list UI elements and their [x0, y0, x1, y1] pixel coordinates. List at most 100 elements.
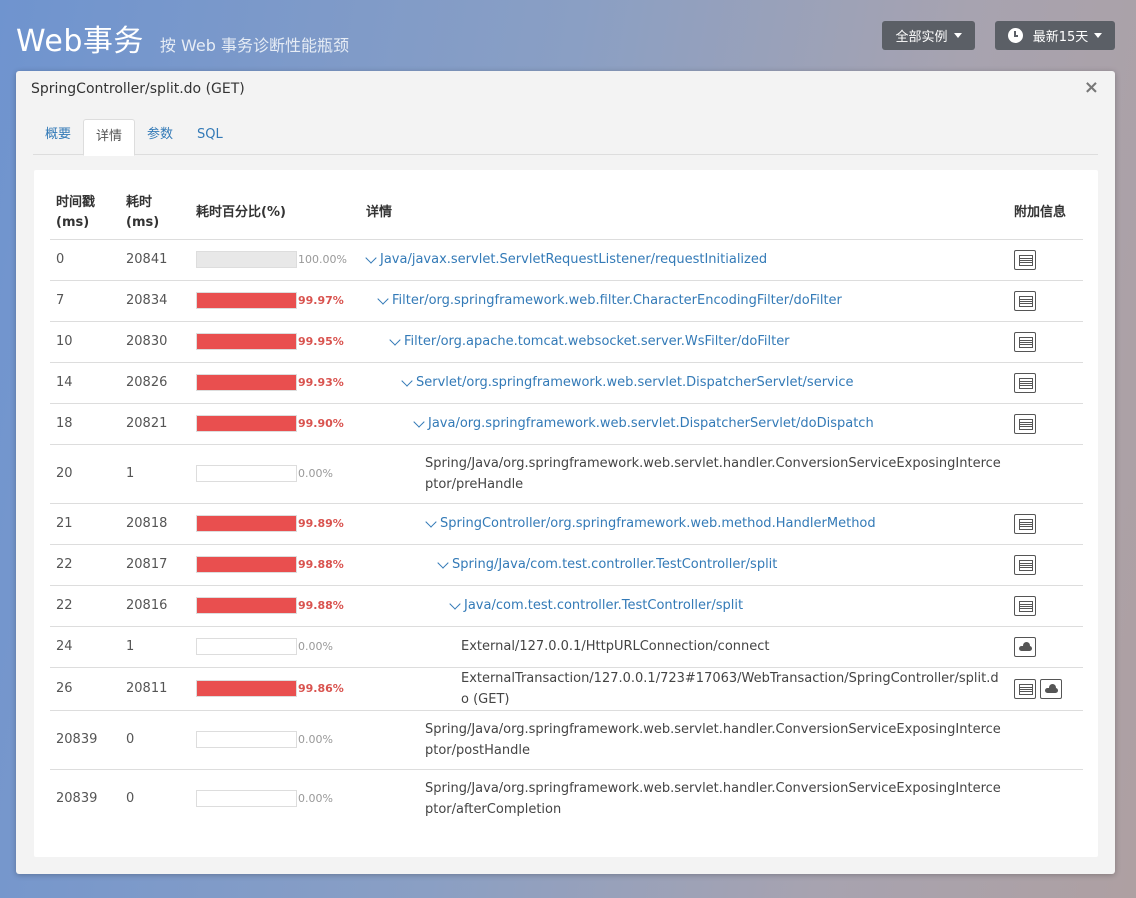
cell-percent: 99.97%: [190, 279, 360, 321]
cell-percent: 99.90%: [190, 402, 360, 444]
cell-extra: [1008, 666, 1083, 710]
trace-table: 时间戳 (ms) 耗时 (ms) 耗时百分比(%) 详情 附加信息 0 20841…: [50, 187, 1083, 828]
transaction-detail-modal: SpringController/split.do (GET) × 概要 详情 …: [16, 71, 1115, 874]
modal-title: SpringController/split.do (GET): [31, 81, 245, 97]
percent-bar: [196, 790, 297, 808]
tab-bar: 概要 详情 参数 SQL: [33, 119, 1098, 156]
details-list-icon[interactable]: [1014, 554, 1036, 575]
trace-node-label: ExternalTransaction/127.0.0.1/723#17063/…: [461, 670, 999, 707]
details-list-icon[interactable]: [1014, 513, 1036, 534]
cell-extra: [1008, 402, 1083, 444]
caret-down-icon: [953, 33, 962, 38]
trace-node-label: Spring/Java/org.springframework.web.serv…: [425, 721, 1001, 758]
external-cloud-icon[interactable]: [1014, 636, 1036, 657]
cell-detail: Servlet/org.springframework.web.servlet.…: [360, 361, 1008, 403]
details-panel: 时间戳 (ms) 耗时 (ms) 耗时百分比(%) 详情 附加信息 0 20841…: [34, 170, 1098, 857]
percent-bar: [196, 333, 297, 350]
cell-timestamp: 26: [50, 666, 120, 710]
trace-node-link[interactable]: Java/org.springframework.web.servlet.Dis…: [428, 413, 874, 434]
percent-label: 0.00%: [298, 467, 333, 480]
percent-bar-fill: [197, 416, 296, 431]
cell-duration: 0: [120, 709, 190, 769]
percent-bar-fill: [197, 293, 296, 308]
percent-label: 99.95%: [298, 335, 344, 348]
percent-bar: [196, 292, 297, 309]
cell-detail: Spring/Java/org.springframework.web.serv…: [360, 709, 1008, 769]
details-list-icon[interactable]: [1014, 678, 1036, 699]
instance-dropdown-button[interactable]: 全部实例: [882, 21, 975, 50]
cell-timestamp: 20839: [50, 768, 120, 828]
column-header-duration: 耗时 (ms): [120, 187, 190, 240]
cell-timestamp: 10: [50, 320, 120, 362]
details-list-icon[interactable]: [1014, 595, 1036, 616]
page-subtitle: 按 Web 事务诊断性能瓶颈: [159, 36, 349, 55]
cell-percent: 99.95%: [190, 320, 360, 362]
percent-bar: [196, 680, 297, 697]
tab-overview[interactable]: 概要: [33, 119, 83, 155]
percent-bar-fill: [197, 375, 296, 390]
column-header-detail: 详情: [360, 187, 1008, 240]
cell-extra: [1008, 584, 1083, 626]
percent-bar: [196, 556, 297, 573]
tab-params[interactable]: 参数: [135, 119, 185, 155]
details-list-icon[interactable]: [1014, 413, 1036, 434]
chevron-down-icon[interactable]: [413, 416, 425, 428]
chevron-down-icon[interactable]: [449, 598, 461, 610]
cell-percent: 99.88%: [190, 543, 360, 585]
instance-dropdown-label: 全部实例: [895, 30, 948, 45]
trace-node-link[interactable]: Servlet/org.springframework.web.servlet.…: [416, 372, 854, 393]
header-extra-label: 附加信息: [1014, 204, 1067, 220]
trace-node-label: Spring/Java/org.springframework.web.serv…: [425, 780, 1001, 817]
percent-bar: [196, 515, 297, 532]
cell-extra: [1008, 709, 1083, 769]
time-range-label: 最新15天: [1032, 30, 1089, 45]
column-header-extra: 附加信息: [1008, 187, 1083, 240]
cell-detail: Java/javax.servlet.ServletRequestListene…: [360, 238, 1008, 280]
tab-details[interactable]: 详情: [83, 119, 136, 156]
table-row: 0 20841 100.00% Java/javax.servlet.ServletR…: [50, 238, 1083, 280]
cell-detail: ExternalTransaction/127.0.0.1/723#17063/…: [360, 666, 1008, 710]
percent-bar: [196, 251, 297, 268]
cell-timestamp: 24: [50, 625, 120, 667]
time-range-dropdown-button[interactable]: 最新15天: [995, 21, 1115, 50]
percent-label: 0.00%: [298, 733, 333, 746]
chevron-down-icon[interactable]: [401, 375, 413, 387]
cell-extra: [1008, 361, 1083, 403]
trace-node-link[interactable]: Spring/Java/com.test.controller.TestCont…: [452, 554, 777, 575]
cell-detail: Spring/Java/org.springframework.web.serv…: [360, 443, 1008, 503]
chevron-down-icon[interactable]: [365, 252, 377, 264]
percent-bar: [196, 465, 297, 482]
trace-node-link[interactable]: Filter/org.springframework.web.filter.Ch…: [392, 290, 842, 311]
percent-bar-fill: [197, 334, 296, 349]
external-cloud-icon[interactable]: [1040, 678, 1062, 699]
details-list-icon[interactable]: [1014, 372, 1036, 393]
tab-sql[interactable]: SQL: [185, 119, 235, 155]
cell-duration: 20821: [120, 402, 190, 444]
close-icon[interactable]: ×: [1084, 77, 1099, 98]
cell-percent: 99.88%: [190, 584, 360, 626]
details-list-icon[interactable]: [1014, 249, 1036, 270]
chevron-down-icon[interactable]: [389, 334, 401, 346]
cell-timestamp: 21: [50, 502, 120, 544]
cell-timestamp: 7: [50, 279, 120, 321]
cell-duration: 20830: [120, 320, 190, 362]
trace-node-link[interactable]: Java/javax.servlet.ServletRequestListene…: [380, 249, 767, 270]
clock-icon: [1007, 28, 1023, 43]
chevron-down-icon[interactable]: [377, 293, 389, 305]
cell-percent: 0.00%: [190, 625, 360, 667]
trace-node-label: Spring/Java/org.springframework.web.serv…: [425, 455, 1001, 492]
cell-extra: [1008, 543, 1083, 585]
header-duration-label: 耗时 (ms): [126, 194, 160, 230]
percent-bar: [196, 638, 297, 655]
chevron-down-icon[interactable]: [437, 557, 449, 569]
trace-node-link[interactable]: SpringController/org.springframework.web…: [440, 513, 876, 534]
cell-percent: 99.93%: [190, 361, 360, 403]
table-row: 14 20826 99.93% Servlet/org.springframework…: [50, 361, 1083, 403]
details-list-icon[interactable]: [1014, 290, 1036, 311]
details-list-icon[interactable]: [1014, 331, 1036, 352]
cell-duration: 20826: [120, 361, 190, 403]
chevron-down-icon[interactable]: [425, 516, 437, 528]
trace-node-link[interactable]: Filter/org.apache.tomcat.websocket.serve…: [404, 331, 790, 352]
percent-bar: [196, 374, 297, 391]
trace-node-link[interactable]: Java/com.test.controller.TestController/…: [464, 595, 743, 616]
